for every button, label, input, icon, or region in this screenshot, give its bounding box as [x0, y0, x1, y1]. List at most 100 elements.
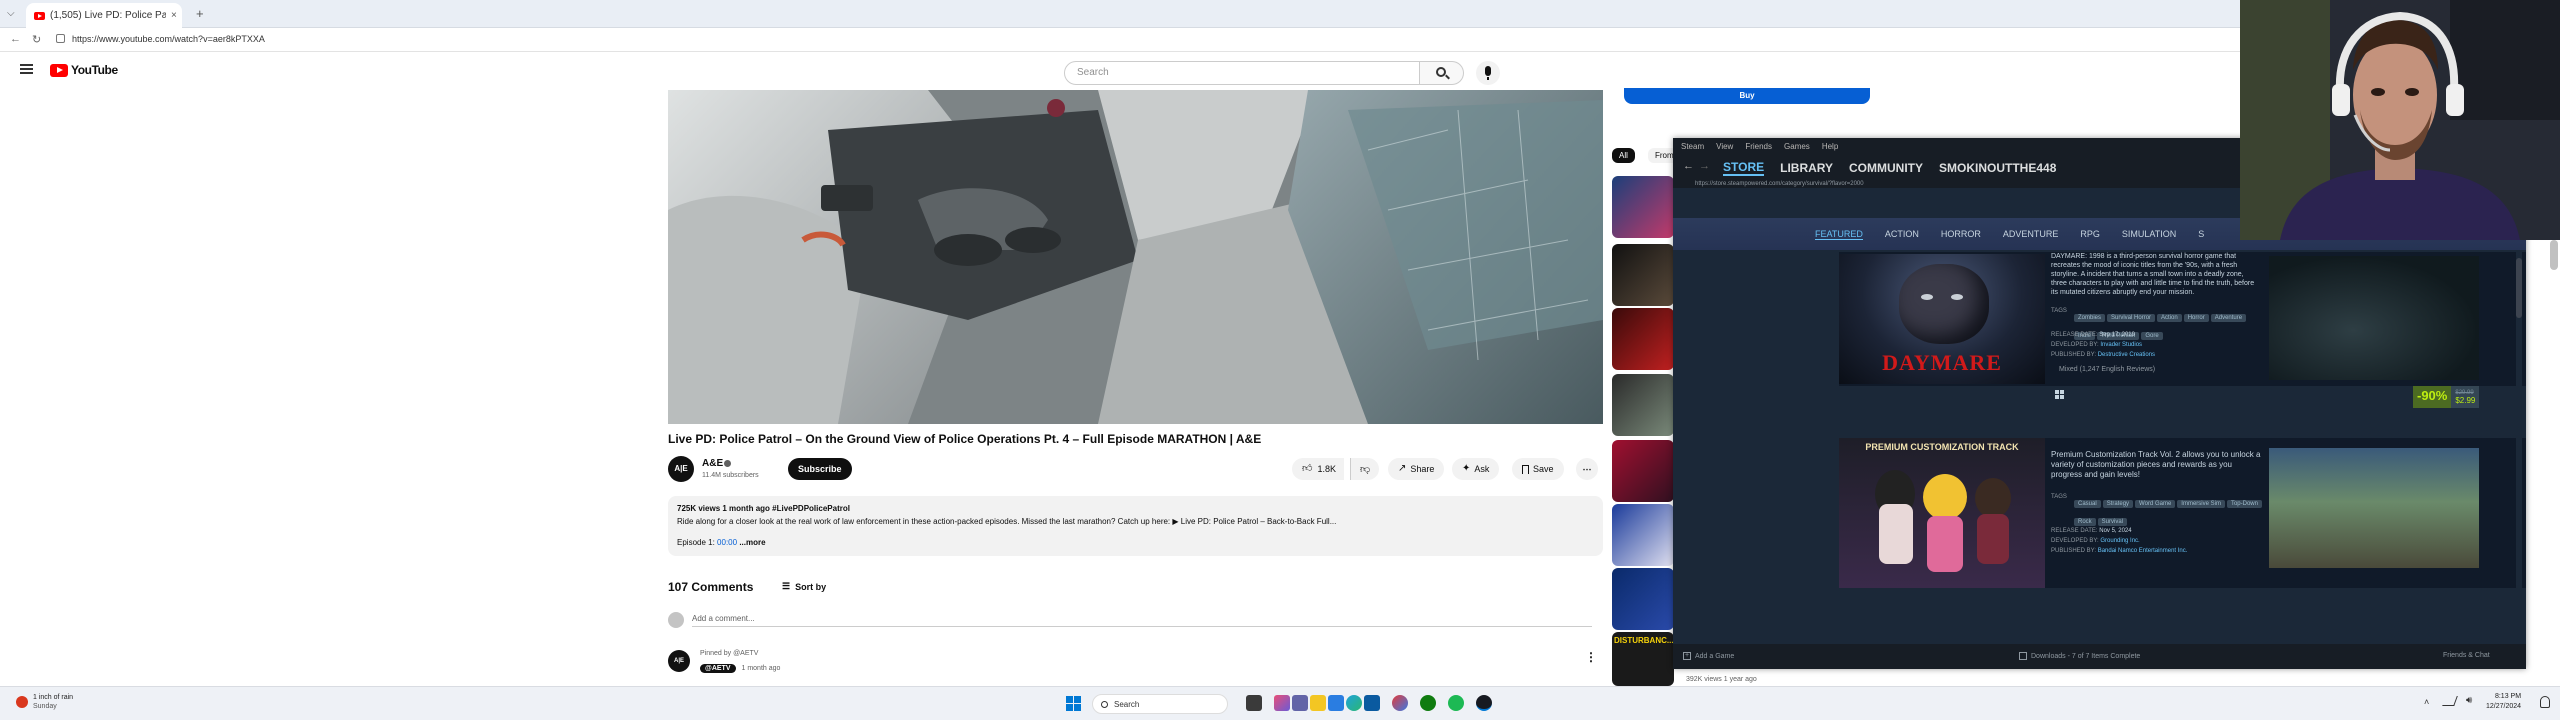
add-game-button[interactable]: + Add a Game: [1683, 652, 1734, 660]
more-actions-button[interactable]: ⋯: [1576, 458, 1598, 480]
steam-nav-store[interactable]: STORE: [1723, 160, 1765, 176]
browser-tab-youtube[interactable]: (1,505) Live PD: Police Patrol - ... ×: [26, 3, 182, 28]
game-cover-premium-track[interactable]: PREMIUM CUSTOMIZATION TRACK: [1839, 438, 2045, 588]
start-button[interactable]: [1066, 696, 1081, 711]
channel-avatar[interactable]: A|E: [668, 456, 694, 482]
friends-chat-button[interactable]: Friends & Chat: [2443, 652, 2490, 659]
related-thumbnail[interactable]: [1612, 504, 1674, 566]
task-view-icon[interactable]: [1246, 695, 1262, 711]
page-info-icon[interactable]: [56, 34, 65, 43]
xbox-icon[interactable]: [1420, 695, 1436, 711]
game-tag[interactable]: Survival: [2097, 518, 2128, 526]
comment-author-badge[interactable]: @AETV: [700, 664, 736, 673]
add-comment-input[interactable]: Add a comment...: [692, 614, 1592, 627]
steam-game-card-daymare[interactable]: DAYMARE DAYMARE: 1998 is a third-person …: [1839, 252, 2526, 408]
steam-menu-item[interactable]: Friends: [1745, 142, 1772, 151]
taskbar-clock[interactable]: 8:13 PM 12/27/2024: [2486, 692, 2521, 712]
category-action[interactable]: ACTION: [1885, 229, 1919, 239]
related-thumbnail[interactable]: [1612, 176, 1674, 238]
game-tag[interactable]: Survival Horror: [2107, 314, 2156, 322]
steam-scrollbar[interactable]: [2516, 252, 2522, 652]
game-tag[interactable]: Horror: [2183, 314, 2209, 322]
category-horror[interactable]: HORROR: [1941, 229, 1981, 239]
game-tag[interactable]: Casual: [2074, 500, 2101, 508]
ask-button[interactable]: ✦ Ask: [1452, 458, 1500, 480]
related-thumbnail[interactable]: [1612, 244, 1674, 306]
app-icon[interactable]: [1364, 695, 1380, 711]
dislike-button[interactable]: 👎︎: [1350, 458, 1380, 480]
game-tag[interactable]: Word Game: [2135, 500, 2176, 508]
related-thumbnail[interactable]: [1612, 440, 1674, 502]
youtube-logo[interactable]: YouTube: [50, 63, 118, 77]
steam-nav-community[interactable]: COMMUNITY: [1849, 161, 1923, 175]
steam-game-card-premium-track[interactable]: PREMIUM CUSTOMIZATION TRACK Premium Cust…: [1839, 438, 2526, 588]
game-cover-daymare[interactable]: DAYMARE: [1839, 254, 2045, 384]
browser-icon[interactable]: [1392, 695, 1408, 711]
spotify-icon[interactable]: [1448, 695, 1464, 711]
steam-taskbar-icon[interactable]: [1476, 695, 1492, 711]
search-input[interactable]: Search: [1064, 61, 1420, 85]
steam-back-icon[interactable]: ←: [1683, 160, 1694, 172]
game-tag[interactable]: Rock: [2074, 518, 2096, 526]
page-scrollbar[interactable]: [2550, 240, 2558, 270]
back-icon[interactable]: ←: [10, 33, 21, 45]
notifications-icon[interactable]: [2540, 696, 2550, 708]
hamburger-menu-icon[interactable]: [20, 64, 33, 74]
channel-name[interactable]: A&E: [702, 458, 723, 469]
tab-close-icon[interactable]: ×: [171, 10, 177, 21]
url-field[interactable]: https://www.youtube.com/watch?v=aer8kPTX…: [72, 34, 265, 44]
steam-menu-item[interactable]: Games: [1784, 142, 1810, 151]
search-button[interactable]: [1420, 61, 1464, 85]
steam-forward-icon[interactable]: →: [1699, 160, 1710, 172]
buy-button[interactable]: Buy: [1624, 88, 1870, 104]
developer[interactable]: Invader Studios: [2100, 342, 2142, 348]
tab-list-chevron-icon[interactable]: ⌵: [7, 8, 15, 19]
voice-search-button[interactable]: [1476, 61, 1500, 85]
game-tag[interactable]: Top-Down: [2226, 500, 2262, 508]
show-hidden-icons[interactable]: ˄: [2424, 697, 2429, 707]
category-rpg[interactable]: RPG: [2080, 229, 2100, 239]
steam-menu-item[interactable]: View: [1716, 142, 1733, 151]
game-tag[interactable]: Action: [2157, 314, 2182, 322]
game-tag[interactable]: Strategy: [2102, 500, 2134, 508]
new-tab-icon[interactable]: +: [196, 6, 204, 21]
share-button[interactable]: ↗ Share: [1388, 458, 1445, 480]
developer[interactable]: Grounding Inc.: [2100, 538, 2139, 544]
category-simulation[interactable]: SIMULATION: [2122, 229, 2176, 239]
weather-widget[interactable]: 1 inch of rain Sunday: [16, 693, 73, 711]
subscribe-button[interactable]: Subscribe: [788, 458, 852, 480]
category-adventure[interactable]: ADVENTURE: [2003, 229, 2059, 239]
steam-nav-library[interactable]: LIBRARY: [1780, 161, 1833, 175]
show-more-link[interactable]: ...more: [739, 538, 765, 547]
price-block[interactable]: -90% $29.99 $2.99: [2413, 386, 2480, 408]
sort-by-button[interactable]: ☰ Sort by: [782, 581, 826, 592]
category-more[interactable]: S: [2198, 229, 2204, 239]
downloads-status[interactable]: Downloads - 7 of 7 Items Complete: [2019, 652, 2140, 660]
file-explorer-icon[interactable]: [1310, 695, 1326, 711]
network-icon[interactable]: [2442, 696, 2458, 706]
video-player[interactable]: [668, 90, 1603, 424]
game-tag[interactable]: Adventure: [2210, 314, 2247, 322]
related-thumbnail[interactable]: [1612, 308, 1674, 370]
episode-timestamp-link[interactable]: 00:00: [717, 538, 737, 547]
chip-all[interactable]: All: [1612, 148, 1635, 163]
chat-icon[interactable]: [1292, 695, 1308, 711]
save-button[interactable]: Save: [1512, 458, 1564, 480]
steam-menu-item[interactable]: Steam: [1681, 142, 1704, 151]
publisher[interactable]: Destructive Creations: [2098, 352, 2155, 358]
edge-icon[interactable]: [1346, 695, 1362, 711]
game-tag[interactable]: Zombies: [2074, 314, 2106, 322]
publisher[interactable]: Bandai Namco Entertainment Inc.: [2098, 548, 2188, 554]
game-tag[interactable]: Immersive Sim: [2177, 500, 2225, 508]
related-thumbnail[interactable]: [1612, 568, 1674, 630]
related-thumbnail[interactable]: [1612, 374, 1674, 436]
steam-nav-profile[interactable]: SMOKINOUTTHE448: [1939, 161, 2056, 175]
category-featured[interactable]: FEATURED: [1815, 229, 1863, 240]
steam-menu-item[interactable]: Help: [1822, 142, 1838, 151]
reload-icon[interactable]: ↻: [32, 33, 41, 46]
widgets-icon[interactable]: [1274, 695, 1290, 711]
like-button[interactable]: 👍︎ 1.8K: [1292, 458, 1344, 480]
volume-icon[interactable]: 🔊︎: [2466, 695, 2472, 706]
video-description[interactable]: 725K views 1 month ago #LivePDPolicePatr…: [668, 496, 1603, 556]
taskbar-search[interactable]: Search: [1092, 694, 1228, 714]
